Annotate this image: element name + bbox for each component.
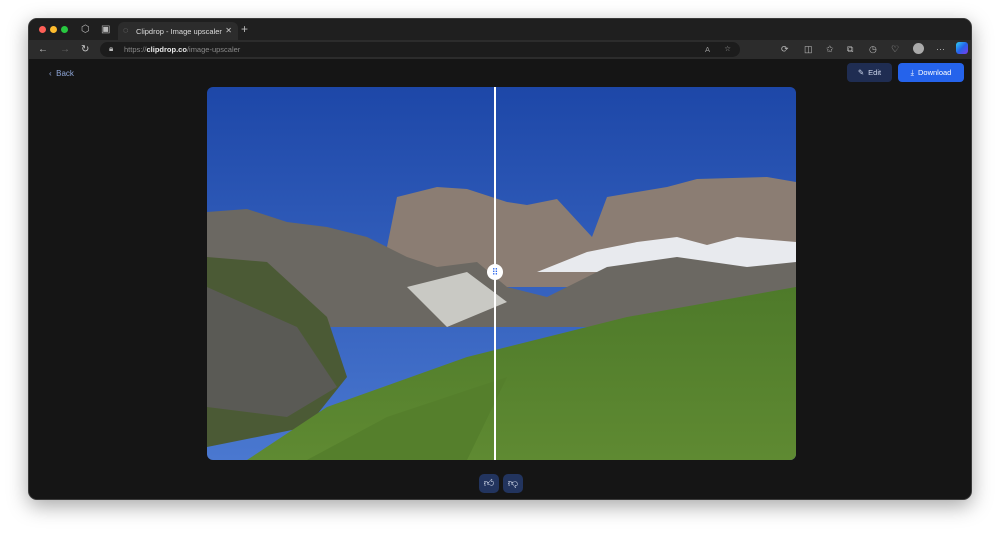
page-content: ‹ Back ✎ Edit ⤓ Download ⠿ 👍︎ 👎︎ bbox=[29, 59, 971, 499]
lock-icon: 🔒︎ bbox=[109, 44, 114, 53]
workspaces-icon[interactable]: ⬡ bbox=[81, 24, 90, 35]
chevron-left-icon: ‹ bbox=[49, 69, 52, 78]
drag-handle-icon[interactable]: ⠿ bbox=[487, 264, 503, 280]
collections-icon[interactable]: ⧉ bbox=[847, 44, 853, 55]
copilot-icon[interactable] bbox=[956, 42, 968, 54]
read-aloud-icon[interactable]: A bbox=[705, 45, 710, 54]
back-link[interactable]: ‹ Back bbox=[49, 69, 74, 78]
extension-icon[interactable]: ⟳ bbox=[781, 44, 789, 55]
forward-arrow-icon[interactable]: → bbox=[60, 44, 70, 55]
back-arrow-icon[interactable]: ← bbox=[38, 44, 48, 55]
favorite-star-icon[interactable]: ☆ bbox=[724, 44, 731, 53]
browser-essentials-icon[interactable]: ♡ bbox=[891, 44, 899, 55]
edit-button[interactable]: ✎ Edit bbox=[847, 63, 892, 82]
close-tab-icon[interactable]: ✕ bbox=[225, 26, 232, 35]
thumbs-up-button[interactable]: 👍︎ bbox=[479, 474, 499, 493]
new-tab-button[interactable]: + bbox=[241, 22, 248, 36]
more-menu-icon[interactable]: ··· bbox=[936, 44, 945, 54]
edit-label: Edit bbox=[868, 68, 882, 77]
back-label: Back bbox=[56, 69, 74, 78]
maximize-window-button[interactable] bbox=[61, 26, 68, 33]
history-icon[interactable]: ◷ bbox=[869, 44, 877, 55]
download-button[interactable]: ⤓ Download bbox=[898, 63, 964, 82]
favicon-icon: ◌ bbox=[123, 25, 129, 35]
tab-title: Clipdrop - Image upscaler bbox=[136, 27, 222, 36]
reload-icon[interactable]: ↻ bbox=[81, 44, 89, 55]
browser-window: ⬡ ▣ ◌ Clipdrop - Image upscaler ✕ + ← → … bbox=[28, 18, 972, 500]
minimize-window-button[interactable] bbox=[50, 26, 57, 33]
url-prefix: https:// bbox=[124, 45, 147, 54]
download-icon: ⤓ bbox=[910, 67, 914, 77]
download-label: Download bbox=[917, 68, 952, 77]
url-field[interactable]: 🔒︎ https://clipdrop.co/image-upscaler A … bbox=[100, 42, 740, 57]
close-window-button[interactable] bbox=[39, 26, 46, 33]
favorites-icon[interactable]: ✩ bbox=[826, 44, 834, 55]
url-domain: clipdrop.co bbox=[146, 45, 187, 54]
split-screen-icon[interactable]: ◫ bbox=[804, 44, 813, 55]
comparison-image[interactable]: ⠿ bbox=[207, 87, 796, 460]
pencil-icon: ✎ bbox=[857, 68, 865, 77]
address-bar-row: ← → ↻ 🔒︎ https://clipdrop.co/image-upsca… bbox=[29, 40, 971, 59]
profile-avatar[interactable] bbox=[913, 43, 924, 54]
tab-clipdrop[interactable]: ◌ Clipdrop - Image upscaler ✕ bbox=[118, 22, 238, 40]
tab-bar: ⬡ ▣ ◌ Clipdrop - Image upscaler ✕ + bbox=[29, 19, 971, 40]
url-path: /image-upscaler bbox=[186, 45, 241, 54]
tab-actions-icon[interactable]: ▣ bbox=[101, 24, 110, 35]
thumbs-down-button[interactable]: 👎︎ bbox=[503, 474, 523, 493]
